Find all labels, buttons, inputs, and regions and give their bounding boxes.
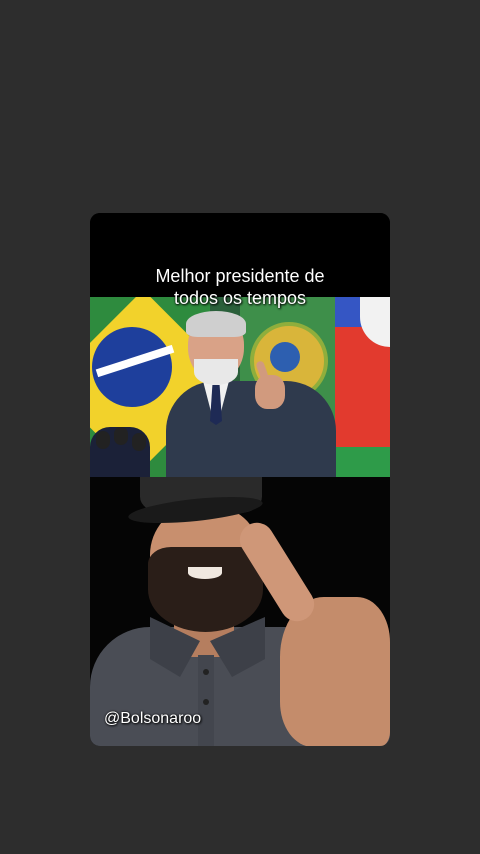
politician-hair xyxy=(186,311,246,337)
video-player[interactable]: Melhor presidente de todos os tempos @Bo… xyxy=(90,213,390,746)
politician-suit xyxy=(166,381,336,477)
emblem-center xyxy=(270,342,300,372)
microphone-icon xyxy=(114,427,128,445)
shirt-button xyxy=(203,699,209,705)
viewer-background: Melhor presidente de todos os tempos @Bo… xyxy=(0,0,480,854)
video-scene-speaker xyxy=(90,477,390,746)
shirt-button xyxy=(203,669,209,675)
speaker-mouth xyxy=(188,567,222,579)
microphone-icon xyxy=(96,431,110,449)
video-scene-politician xyxy=(90,297,390,477)
microphone-cluster xyxy=(90,427,150,477)
politician-beard xyxy=(194,359,238,385)
creator-watermark: @Bolsonaroo xyxy=(104,710,202,727)
caption-line-1: Melhor presidente de xyxy=(155,266,325,286)
caption-line-2: todos os tempos xyxy=(173,288,307,308)
state-flag-green xyxy=(335,447,390,477)
politician-hand xyxy=(255,375,285,409)
microphone-icon xyxy=(132,433,146,451)
video-caption: Melhor presidente de todos os tempos xyxy=(90,265,390,309)
speaker-shirt-placket xyxy=(198,655,214,746)
speaker-beard xyxy=(148,547,263,632)
